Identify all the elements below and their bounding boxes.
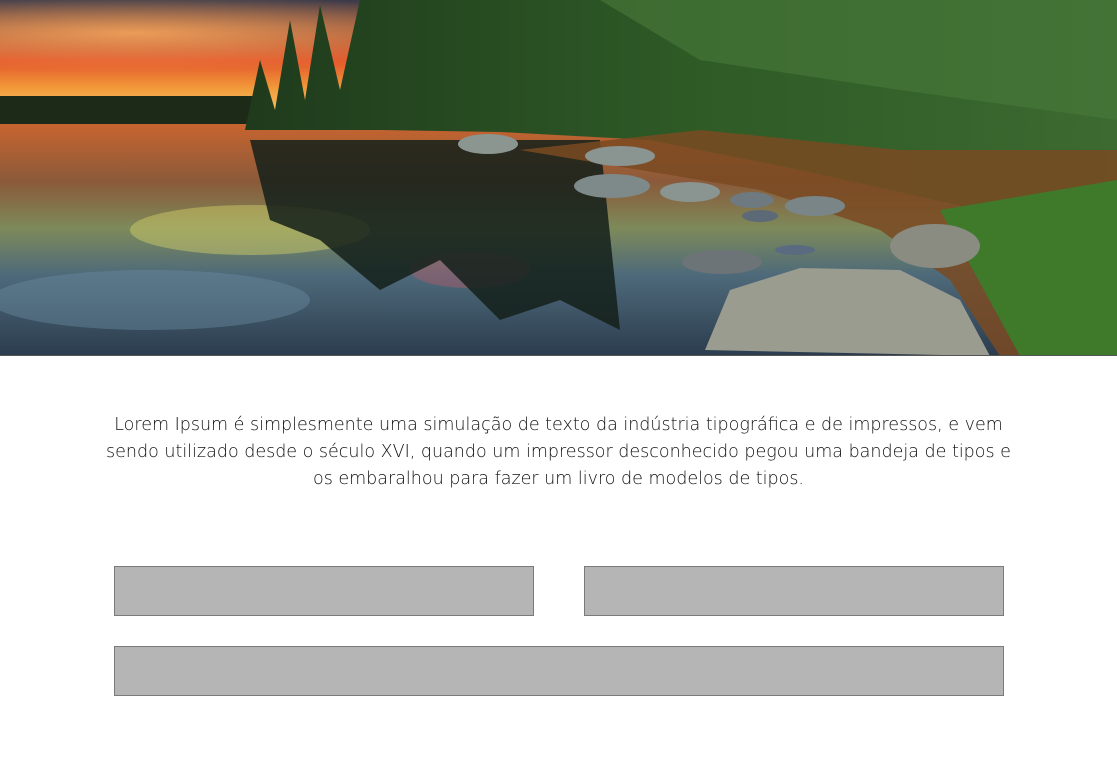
text-field-right[interactable] [584,566,1004,616]
text-field-left[interactable] [114,566,534,616]
intro-paragraph: Lorem Ipsum é simplesmente uma simulação… [106,415,1011,489]
hero-landscape-image [0,0,1117,356]
text-field-wide[interactable] [114,646,1004,696]
